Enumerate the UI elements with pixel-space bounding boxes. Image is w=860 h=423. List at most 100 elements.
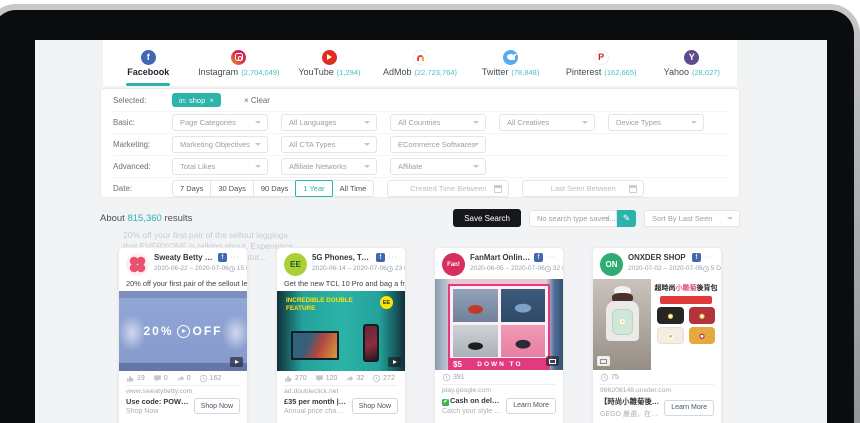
selected-filter-chip[interactable]: in: shop× (172, 93, 221, 107)
duration-clock-icon (199, 374, 208, 383)
card-menu-button[interactable]: ··· (230, 254, 240, 261)
clock-icon (703, 266, 709, 272)
video-icon (235, 360, 239, 364)
creatives-select[interactable]: All Creatives (499, 114, 595, 131)
created-time-input[interactable]: Created Time Between (387, 180, 509, 197)
shoe-photo (453, 325, 498, 358)
page-categories-select[interactable]: Page Categories (172, 114, 268, 131)
facebook-badge-icon: f (534, 253, 543, 262)
twitter-icon (503, 50, 518, 65)
cta-button[interactable]: Shop Now (352, 398, 398, 414)
cta-types-select[interactable]: All CTA Types (281, 136, 377, 153)
date-all-time-button[interactable]: All Time (332, 180, 375, 197)
ad-creative-image[interactable]: Incredible Double Feature EE (277, 291, 405, 371)
pinterest-icon: P (594, 50, 609, 65)
video-icon (393, 360, 397, 364)
edit-saved-search-button[interactable]: ✎ (617, 210, 636, 227)
tab-yahoo[interactable]: Y Yahoo(28,027) (646, 40, 737, 86)
tab-facebook[interactable]: f Facebook (103, 40, 194, 86)
tab-label: YouTube (298, 67, 333, 77)
tab-count: (1,294) (337, 68, 361, 77)
backpack-photo (657, 327, 684, 344)
tab-count: (78,848) (511, 68, 539, 77)
instagram-icon (231, 50, 246, 65)
cta-button[interactable]: Shop Now (194, 398, 240, 414)
promo-text: 20% (143, 324, 173, 338)
ad-card-5g-phones[interactable]: EE 5G Phones, Tablets & SIMs | ... f ···… (276, 247, 406, 423)
ad-results-grid: Sweaty Betty London | Wom... f ··· 2020-… (118, 247, 722, 423)
cta-button[interactable]: Learn More (506, 398, 556, 414)
tv-graphic (291, 331, 339, 360)
facebook-badge-icon: f (692, 253, 701, 262)
tab-label: Twitter (482, 67, 509, 77)
ad-subtext: Annual price changes and terms ... (284, 408, 347, 415)
backpack-photo (657, 307, 684, 324)
ad-card-sweaty-betty[interactable]: Sweaty Betty London | Wom... f ··· 2020-… (118, 247, 248, 423)
date-range-segmented: 7 Days 30 Days 90 Days 1 Year All Time (172, 180, 374, 197)
tab-count: (22,723,764) (415, 68, 458, 77)
countries-select[interactable]: All Countries (390, 114, 486, 131)
photo-badge (597, 356, 610, 366)
ad-card-onxder[interactable]: ON ONXDER SHOP f ··· 2020-07-02 – 2020-0… (592, 247, 722, 423)
card-menu-button[interactable]: ··· (388, 254, 398, 261)
cta-button[interactable]: Learn More (664, 400, 714, 416)
ad-date-range: 2020-06-05 – 2020-07-06 (470, 265, 545, 272)
date-90-days-button[interactable]: 90 Days (253, 180, 297, 197)
results-count-text: About 815,360 results (100, 213, 192, 224)
ad-days: 5 Days (711, 265, 722, 272)
tab-youtube[interactable]: YouTube (1,294) (284, 40, 375, 86)
ad-text: Get the new TCL 10 Pro and bag a free TC… (277, 279, 405, 291)
ad-days: 32 Days (553, 265, 564, 272)
ad-creative-image[interactable]: 20%OFF (119, 291, 247, 371)
phone-graphic (363, 324, 379, 362)
tab-twitter[interactable]: Twitter(78,848) (465, 40, 556, 86)
tab-pinterest[interactable]: P Pinterest(162,665) (556, 40, 647, 86)
date-7-days-button[interactable]: 7 Days (172, 180, 211, 197)
video-badge (388, 357, 401, 367)
ecommerce-softwares-select[interactable]: ECommerce Softwares (390, 136, 486, 153)
ad-date-range: 2020-06-22 – 2020-07-06 (154, 265, 229, 272)
clear-filters-link[interactable]: × Clear (244, 96, 270, 105)
advertiser-name: Sweaty Betty London | Wom... (154, 253, 215, 262)
date-30-days-button[interactable]: 30 Days (210, 180, 254, 197)
tab-label: Yahoo (664, 67, 689, 77)
tab-label: Pinterest (566, 67, 602, 77)
save-search-button[interactable]: Save Search (453, 209, 521, 227)
ad-creative-image[interactable]: 超時尚小雛菊後背包 (593, 279, 721, 370)
results-bar: About 815,360 results Save Search No sea… (100, 207, 740, 229)
affiliate-networks-select[interactable]: Affiliate Networks (281, 158, 377, 175)
card-menu-button[interactable]: ··· (546, 254, 556, 261)
yahoo-icon: Y (684, 50, 699, 65)
total-likes-select[interactable]: Total Likes (172, 158, 268, 175)
ad-stats: 270 120 32 272 (277, 371, 405, 385)
date-1-year-button[interactable]: 1 Year (295, 180, 332, 197)
promo-strip: $5 DOWN TO (448, 358, 550, 370)
ad-domain: 986208148.onxder.com (600, 384, 714, 394)
ad-subtext: GEGO 嚴選，在全球深入合作近... (600, 409, 659, 419)
saved-search-select[interactable]: No search type saved... (529, 210, 617, 227)
chip-close-icon[interactable]: × (209, 96, 214, 105)
ad-stats: 391 (435, 370, 563, 384)
ad-domain: www.sweatybetty.com (126, 385, 240, 395)
ad-headline: £35 per month | £30 upfront | ... (284, 397, 347, 406)
affiliate-select[interactable]: Affiliate (390, 158, 486, 175)
creative-headline: Incredible Double Feature (286, 297, 358, 312)
card-menu-button[interactable]: ··· (704, 254, 714, 261)
languages-select[interactable]: All Languages (281, 114, 377, 131)
clock-icon (545, 266, 551, 272)
pencil-icon: ✎ (623, 213, 631, 224)
ad-creative-image[interactable]: $5 DOWN TO (435, 279, 563, 370)
sort-select[interactable]: Sort By Last Seen (644, 210, 740, 227)
clock-icon (229, 266, 235, 272)
ad-days: 23 Days (395, 265, 406, 272)
marketing-objectives-select[interactable]: Marketing Objectives (172, 136, 268, 153)
tab-admob[interactable]: AdMob(22,723,764) (375, 40, 466, 86)
tab-count: (28,027) (692, 68, 720, 77)
shoe-photo (453, 289, 498, 322)
device-types-select[interactable]: Device Types (608, 114, 704, 131)
ad-card-fanmart[interactable]: Fan! FanMart Online Shopping - F... f ··… (434, 247, 564, 423)
filter-row-selected: Selected: in: shop× × Clear (113, 89, 727, 111)
filter-row-marketing: Marketing: Marketing Objectives All CTA … (113, 133, 727, 155)
tab-instagram[interactable]: Instagram(2,704,049) (194, 40, 285, 86)
last-seen-input[interactable]: Last Seen Between (522, 180, 644, 197)
